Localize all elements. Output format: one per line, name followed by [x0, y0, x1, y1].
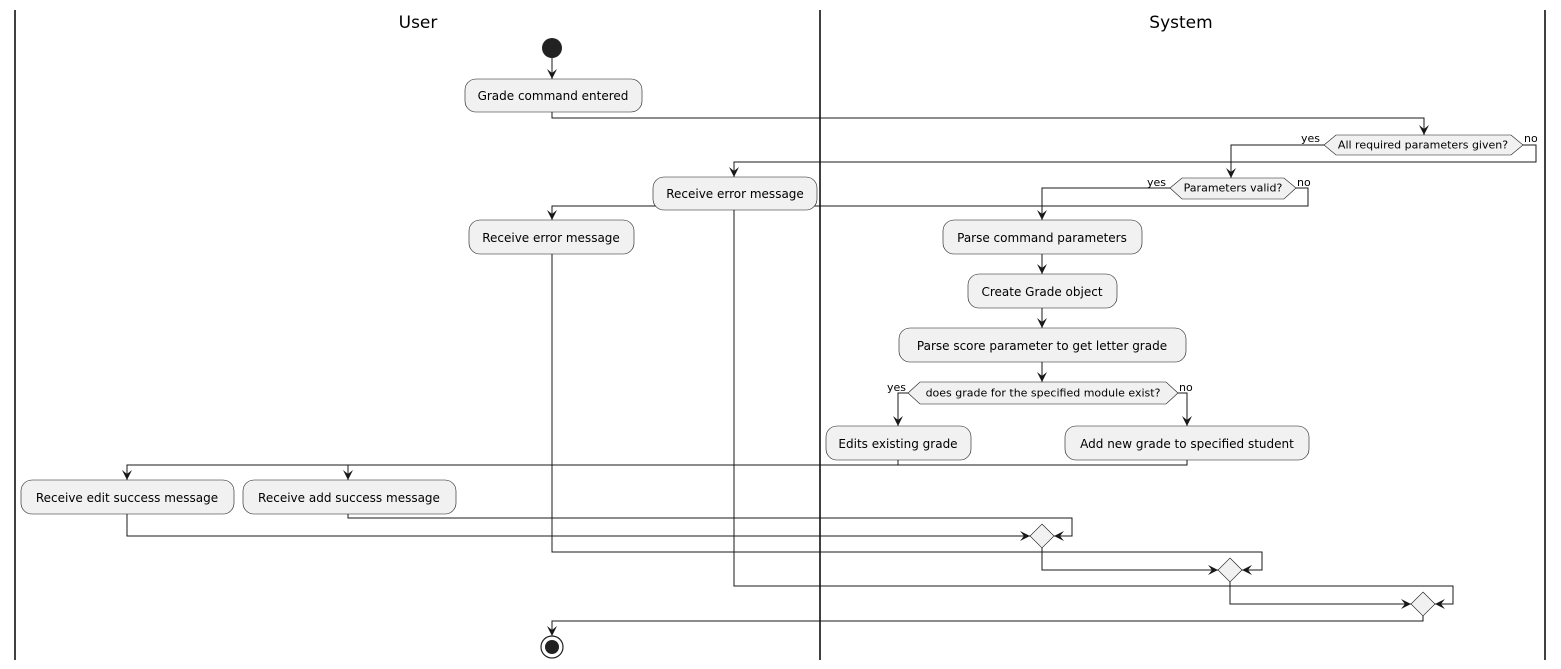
action-label: Add new grade to specified student [1080, 437, 1294, 451]
action-label: Parse score parameter to get letter grad… [917, 339, 1167, 353]
action-label: Create Grade object [981, 285, 1102, 299]
no-label: no [1179, 381, 1193, 394]
start-node [542, 38, 562, 58]
decision-label: Parameters valid? [1184, 182, 1283, 195]
no-label: no [1524, 132, 1538, 145]
action-edit-success: Receive edit success message [20, 479, 235, 515]
yes-label: yes [1301, 132, 1320, 145]
end-node [540, 635, 564, 659]
merge-node-3 [1410, 591, 1436, 617]
decision-grade-exists: does grade for the specified module exis… [887, 381, 1193, 405]
action-parse-score: Parse score parameter to get letter grad… [898, 327, 1187, 363]
action-label: Edits existing grade [838, 437, 957, 451]
action-grade-command-entered: Grade command entered [464, 78, 643, 113]
decision-label: does grade for the specified module exis… [926, 387, 1161, 400]
action-label: Receive add success message [258, 491, 440, 505]
merge-node-2 [1217, 557, 1243, 583]
no-label: no [1297, 176, 1311, 189]
action-edit-grade: Edits existing grade [825, 425, 972, 461]
action-add-success: Receive add success message [242, 479, 457, 515]
action-label: Receive error message [482, 231, 620, 245]
yes-label: yes [887, 381, 906, 394]
action-label: Grade command entered [478, 89, 629, 103]
yes-label: yes [1147, 176, 1166, 189]
action-add-grade: Add new grade to specified student [1064, 425, 1310, 461]
decision-params-valid: Parameters valid? yes no [1147, 176, 1311, 200]
decision-label: All required parameters given? [1338, 139, 1508, 152]
action-label: Parse command parameters [957, 231, 1127, 245]
action-label: Receive error message [666, 187, 804, 201]
action-create-grade: Create Grade object [967, 273, 1118, 309]
action-receive-error-missing: Receive error message [652, 176, 818, 211]
lane-title-user: User [399, 13, 438, 33]
action-label: Receive edit success message [36, 491, 218, 505]
lane-title-system: System [1149, 13, 1212, 33]
decision-params-given: All required parameters given? yes no [1301, 132, 1538, 156]
activity-diagram: User System Grade command entered Receiv… [14, 10, 1546, 660]
merge-node-1 [1029, 523, 1055, 549]
action-parse-command: Parse command parameters [942, 219, 1143, 255]
action-receive-error-invalid: Receive error message [468, 219, 635, 255]
